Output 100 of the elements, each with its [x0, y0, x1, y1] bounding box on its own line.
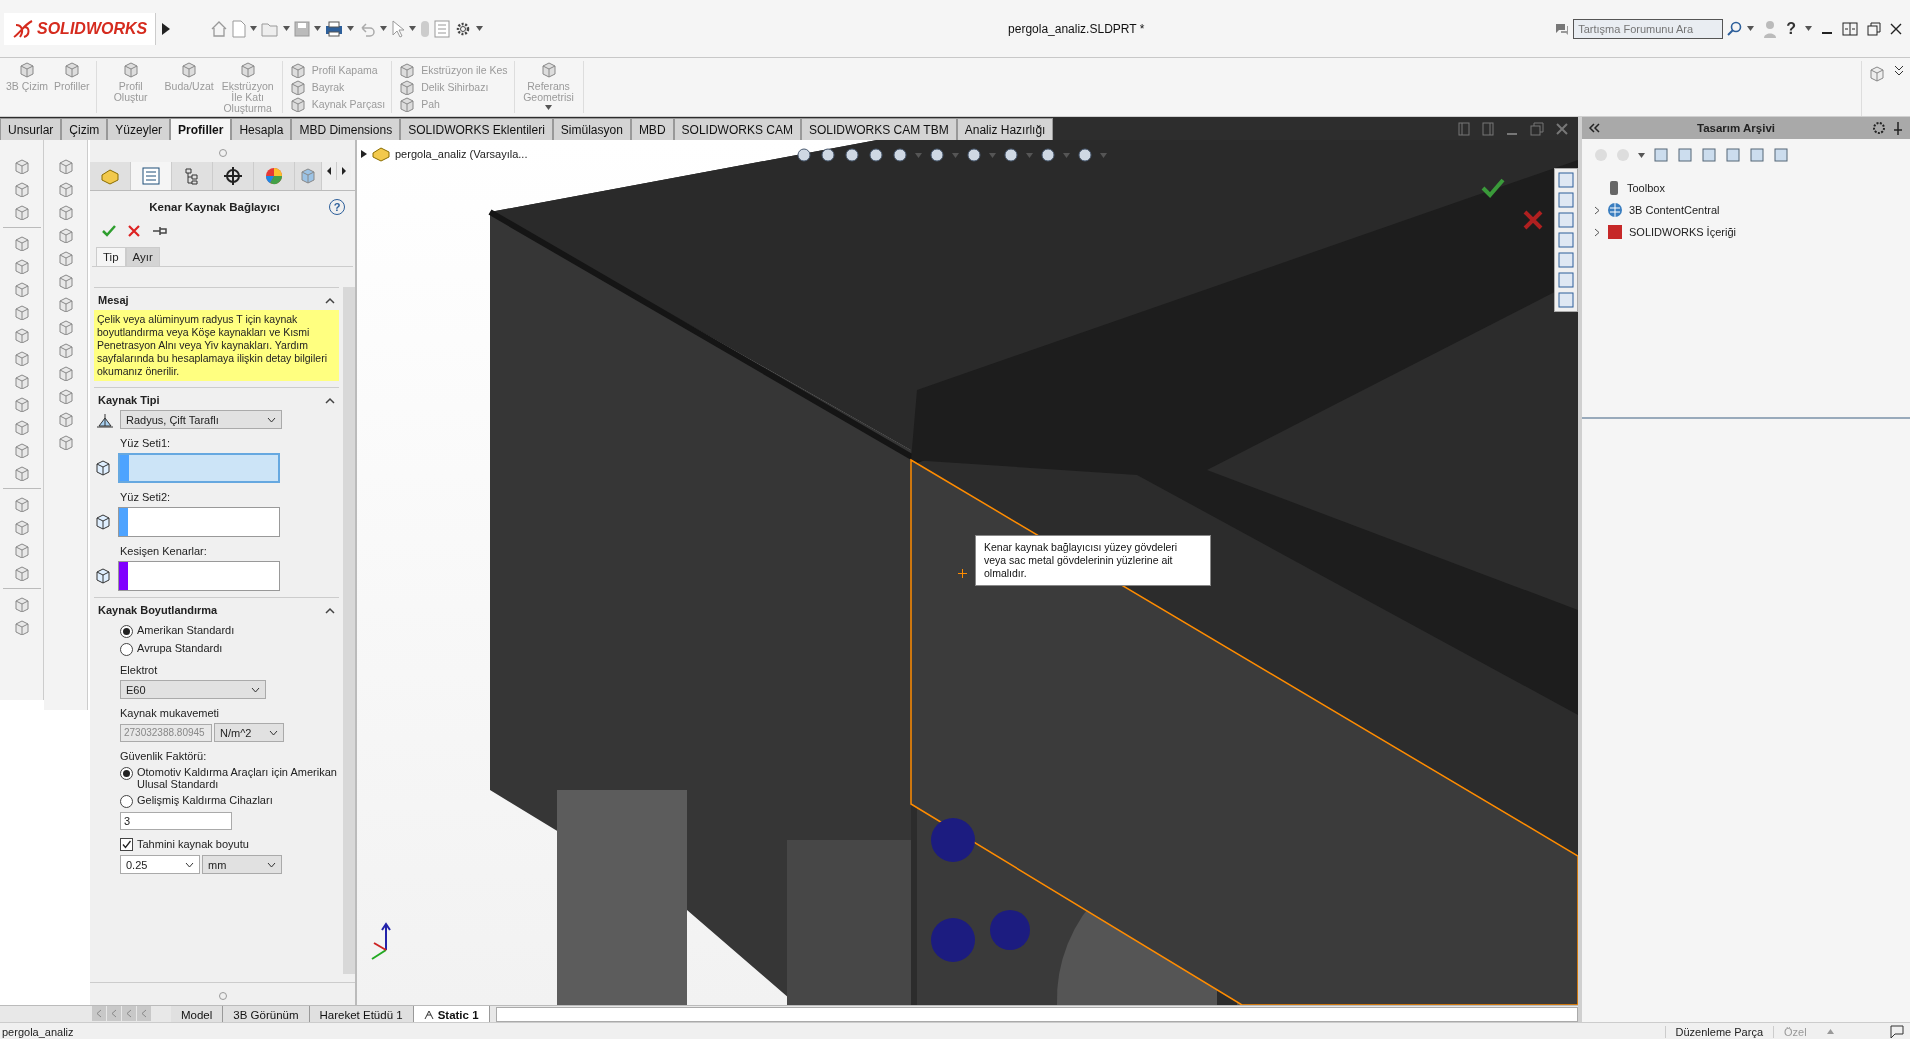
- tool-icon[interactable]: [12, 442, 31, 458]
- chat-icon[interactable]: [1890, 1024, 1906, 1039]
- tool-icon[interactable]: [56, 388, 75, 404]
- next-icon[interactable]: [122, 1006, 136, 1021]
- radio-button[interactable]: [120, 767, 133, 780]
- cancel-icon[interactable]: [128, 225, 140, 237]
- caret-icon[interactable]: [1638, 152, 1645, 158]
- command-tab[interactable]: MBD: [630, 118, 674, 140]
- tool-icon[interactable]: [12, 204, 31, 220]
- restore-icon[interactable]: [1867, 21, 1881, 36]
- ok-check-icon[interactable]: [102, 225, 116, 237]
- previous-icon[interactable]: [107, 1006, 121, 1021]
- tool-icon[interactable]: [56, 250, 75, 266]
- tree-item[interactable]: pergola_analiz (Varsayıla...: [395, 148, 528, 160]
- radio-button[interactable]: [120, 643, 133, 656]
- tool-icon[interactable]: [12, 158, 31, 174]
- tool-icon[interactable]: [12, 235, 31, 251]
- checkbox[interactable]: [120, 838, 133, 851]
- command-tab[interactable]: SOLIDWORKS CAM: [673, 118, 801, 140]
- command-tab[interactable]: SOLIDWORKS Eklentileri: [400, 118, 553, 140]
- tool-icon[interactable]: [12, 281, 31, 297]
- command-tab[interactable]: Çizim: [61, 118, 108, 140]
- caret-icon[interactable]: [314, 26, 322, 31]
- collapse-icon[interactable]: [325, 606, 335, 614]
- tool-icon[interactable]: [56, 296, 75, 312]
- help-button[interactable]: ?: [1786, 19, 1796, 38]
- library-item[interactable]: Toolbox: [1627, 182, 1665, 194]
- command-tab[interactable]: MBD Dimensions: [291, 118, 401, 140]
- caret-icon[interactable]: [1805, 26, 1812, 31]
- radio-button[interactable]: [120, 625, 133, 638]
- tool-icon[interactable]: [56, 181, 75, 197]
- library-item[interactable]: SOLIDWORKS İçeriği: [1629, 226, 1736, 238]
- collapse-icon[interactable]: [325, 296, 335, 304]
- command-tab[interactable]: Analiz Hazırlığı: [956, 118, 1054, 140]
- tool-icon[interactable]: [12, 304, 31, 320]
- tool-icon[interactable]: [12, 465, 31, 481]
- caret-icon[interactable]: [409, 26, 417, 31]
- confirm-check-icon[interactable]: [1481, 178, 1505, 198]
- tool-icon[interactable]: [56, 158, 75, 174]
- last-icon[interactable]: [137, 1006, 151, 1021]
- weld-size-dropdown[interactable]: 0.25: [120, 855, 200, 874]
- tool-icon[interactable]: [56, 365, 75, 381]
- caret-icon[interactable]: [250, 26, 258, 31]
- pane-right-icon[interactable]: [1482, 121, 1494, 136]
- tool-icon[interactable]: [56, 342, 75, 358]
- tool-icon[interactable]: [12, 181, 31, 197]
- unit-dropdown[interactable]: N/m^2: [214, 723, 284, 742]
- caret-icon[interactable]: [1747, 26, 1755, 31]
- tool-icon[interactable]: [56, 227, 75, 243]
- tool-icon[interactable]: [56, 319, 75, 335]
- tool-icon[interactable]: [12, 565, 31, 581]
- safety-factor-field[interactable]: 3: [120, 812, 232, 830]
- view-cube-icon[interactable]: [1868, 65, 1886, 83]
- tool-icon[interactable]: [56, 204, 75, 220]
- dimxpert-tab[interactable]: [213, 162, 254, 190]
- property-manager-tab[interactable]: [131, 162, 172, 190]
- tool-icon[interactable]: [56, 273, 75, 289]
- tool-icon[interactable]: [12, 496, 31, 512]
- scrollbar[interactable]: [343, 287, 355, 974]
- unit-dropdown[interactable]: mm: [202, 855, 282, 874]
- first-icon[interactable]: [92, 1006, 106, 1021]
- command-tab[interactable]: Hesapla: [231, 118, 292, 140]
- menu-arrow-icon[interactable]: [162, 22, 171, 35]
- selection-field[interactable]: [118, 453, 280, 483]
- electrode-dropdown[interactable]: E60: [120, 680, 266, 699]
- tool-icon[interactable]: [12, 519, 31, 535]
- logo-badge[interactable]: SOLIDWORKS: [4, 12, 157, 45]
- panel-tab[interactable]: Ayır: [125, 247, 160, 266]
- tool-icon[interactable]: [12, 327, 31, 343]
- selection-field[interactable]: [118, 507, 280, 537]
- expand-arrow-icon[interactable]: [361, 150, 367, 158]
- collapse-icon[interactable]: [325, 396, 335, 404]
- tile-icon[interactable]: [1842, 21, 1858, 36]
- caret-up-icon[interactable]: [1826, 1029, 1834, 1034]
- search-icon[interactable]: [1727, 20, 1744, 37]
- tool-icon[interactable]: [56, 434, 75, 450]
- caret-icon[interactable]: [347, 26, 355, 31]
- tool-icon[interactable]: [12, 596, 31, 612]
- user-icon[interactable]: [1763, 18, 1778, 39]
- tool-icon[interactable]: [12, 350, 31, 366]
- settings-icon[interactable]: [1872, 121, 1886, 135]
- command-tab[interactable]: SOLIDWORKS CAM TBM: [800, 118, 957, 140]
- caret-icon[interactable]: [545, 105, 553, 110]
- command-tab[interactable]: Profiller: [170, 118, 232, 140]
- library-item[interactable]: 3B ContentCentral: [1629, 204, 1720, 216]
- tool-icon[interactable]: [12, 542, 31, 558]
- caret-icon[interactable]: [380, 26, 388, 31]
- expand-icon[interactable]: [1894, 65, 1904, 77]
- command-tab[interactable]: Simülasyon: [552, 118, 631, 140]
- tool-icon[interactable]: [12, 258, 31, 274]
- caret-icon[interactable]: [283, 26, 291, 31]
- pin-icon[interactable]: [1892, 121, 1904, 135]
- search-field[interactable]: Tartışma Forumunu Ara: [1573, 18, 1724, 39]
- print-icon[interactable]: [325, 20, 344, 37]
- command-tab[interactable]: Yüzeyler: [107, 118, 171, 140]
- tool-icon[interactable]: [56, 411, 75, 427]
- tool-icon[interactable]: [12, 373, 31, 389]
- tool-icon[interactable]: [12, 419, 31, 435]
- selection-field[interactable]: [118, 561, 280, 591]
- tool-icon[interactable]: [12, 396, 31, 412]
